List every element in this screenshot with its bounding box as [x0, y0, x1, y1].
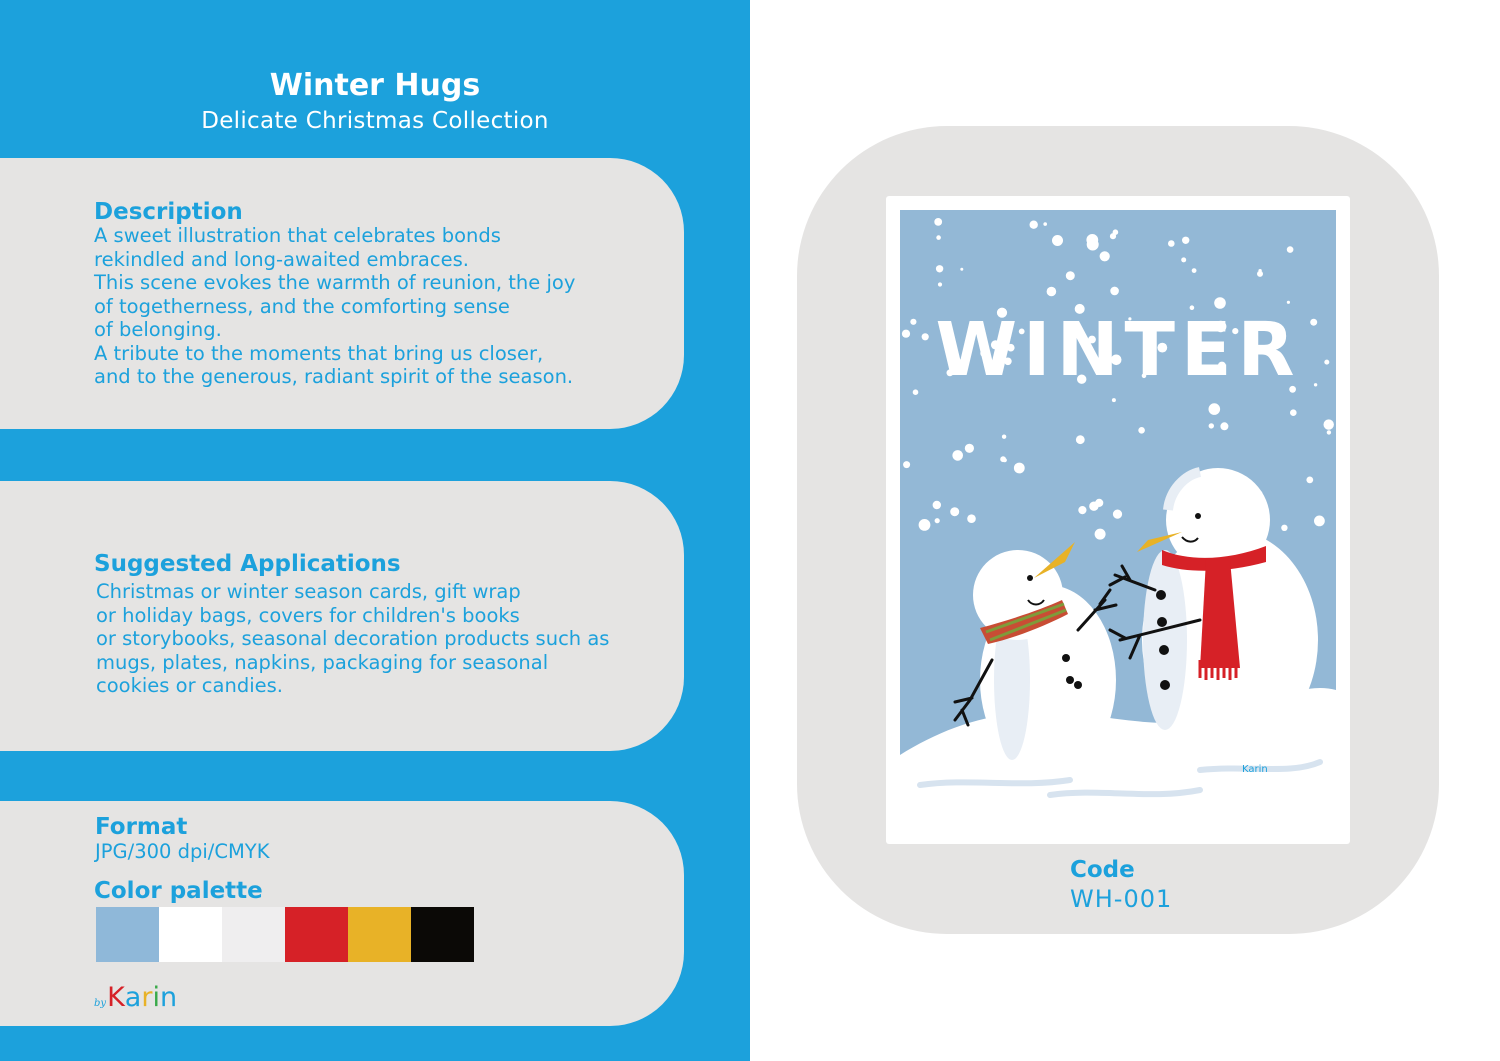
palette-swatch	[348, 907, 411, 962]
snowflake	[1065, 271, 1075, 281]
snowflake	[932, 500, 941, 510]
snowflake	[1290, 409, 1297, 416]
snowflake	[952, 450, 963, 461]
snowflake	[1281, 524, 1288, 531]
header: Winter Hugs Delicate Christmas Collectio…	[0, 66, 750, 136]
snowflake	[1112, 509, 1123, 519]
snowflake	[1314, 515, 1325, 527]
snowflake	[1110, 286, 1119, 296]
snowflake	[1013, 462, 1025, 474]
snowflake	[960, 267, 964, 271]
snowflake	[1001, 434, 1007, 439]
snowflake	[1000, 456, 1006, 463]
snowflake	[1099, 251, 1110, 262]
snowflake	[1313, 383, 1318, 387]
snowflake	[1138, 427, 1145, 434]
snowflake	[1109, 233, 1117, 240]
snowflake	[1094, 528, 1106, 540]
palette-swatch	[285, 907, 348, 962]
description-heading: Description	[94, 199, 243, 225]
poster-word: WINTER	[935, 307, 1300, 393]
snowflake	[1029, 220, 1038, 229]
poster-illustration: WINTER Karin	[900, 210, 1336, 818]
palette-swatch	[159, 907, 222, 962]
snowflake	[1046, 286, 1057, 297]
snowflake	[1326, 430, 1332, 435]
snowflake	[1182, 236, 1190, 244]
page-subtitle: Delicate Christmas Collection	[201, 108, 549, 134]
snowflake	[1052, 235, 1063, 246]
palette-swatch	[222, 907, 285, 962]
snowflake	[910, 318, 917, 325]
snowflake	[1323, 419, 1334, 430]
snowflake	[1286, 246, 1294, 253]
snowflake	[936, 235, 941, 240]
code-value: WH-001	[1070, 885, 1173, 913]
page-title: Winter Hugs	[269, 68, 481, 103]
snowflake	[935, 265, 944, 273]
logo-letter: i	[152, 982, 160, 1013]
snowflake	[964, 443, 974, 453]
snowflake	[937, 282, 943, 287]
snowflake	[934, 218, 943, 226]
logo-letter: r	[141, 982, 153, 1013]
snowflake	[1191, 268, 1197, 273]
snowflake	[1078, 506, 1087, 515]
karin-logo: by Karin	[94, 979, 177, 1013]
applications-heading: Suggested Applications	[94, 551, 401, 577]
format-value: JPG/300 dpi/CMYK	[95, 840, 270, 863]
snowflake	[950, 507, 960, 517]
code-block: Code WH-001	[1070, 856, 1172, 914]
color-palette	[96, 907, 474, 962]
snowflake	[1089, 501, 1099, 511]
snowflake	[934, 518, 940, 524]
snowflake	[903, 461, 911, 469]
snowflake	[1086, 234, 1099, 246]
applications-text: Christmas or winter season cards, gift w…	[96, 580, 610, 697]
palette-heading: Color palette	[94, 878, 263, 904]
applications-card: Suggested Applications Christmas or wint…	[0, 481, 684, 751]
format-card: Format JPG/300 dpi/CMYK Color palette by…	[0, 801, 684, 1026]
palette-swatch	[411, 907, 474, 962]
snowflake	[918, 519, 931, 531]
snowflake	[1181, 257, 1187, 263]
snowflake	[912, 389, 919, 395]
description-card: Description A sweet illustration that ce…	[0, 158, 684, 429]
snowflake	[1220, 422, 1229, 431]
snowflake	[1310, 318, 1318, 326]
snowflake	[1208, 423, 1214, 429]
poster-signature: Karin	[1242, 764, 1268, 775]
logo-by: by	[94, 998, 107, 1009]
snowflake	[921, 333, 929, 341]
snowflake	[1168, 240, 1175, 247]
logo-letter: K	[107, 982, 125, 1013]
format-heading: Format	[95, 814, 188, 840]
logo-letter: n	[159, 982, 178, 1013]
logo-letter: a	[124, 982, 142, 1013]
description-text: A sweet illustration that celebrates bon…	[94, 224, 576, 388]
snowflake	[901, 329, 911, 338]
palette-swatch	[96, 907, 159, 962]
logo-wordmark: Karin	[107, 983, 177, 1013]
snowflake	[1324, 359, 1330, 365]
code-label: Code	[1070, 857, 1135, 883]
snowflake	[1286, 300, 1290, 304]
snowflake	[1257, 270, 1263, 277]
snowflake	[967, 514, 976, 523]
snowmen-illustration: WINTER Karin	[900, 210, 1336, 818]
info-panel: Winter Hugs Delicate Christmas Collectio…	[0, 0, 750, 1061]
snowflake	[1075, 435, 1085, 445]
snowflake	[1306, 476, 1314, 484]
snowflake	[1208, 403, 1221, 415]
snowflake	[1043, 222, 1047, 226]
snowflake	[1111, 398, 1116, 403]
